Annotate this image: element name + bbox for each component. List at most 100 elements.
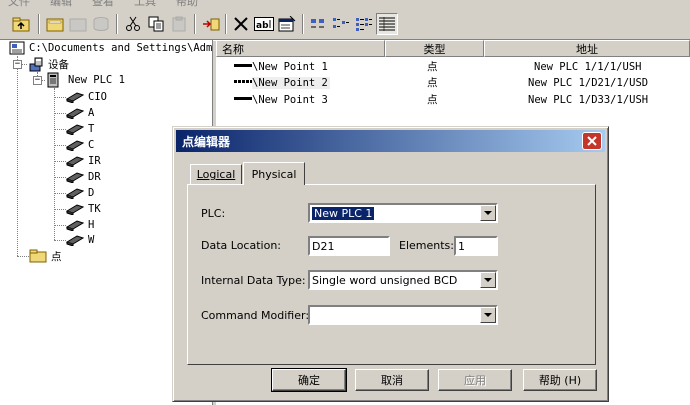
tab-logical[interactable]: Logical (190, 164, 242, 184)
menu-file[interactable]: 文件 (8, 0, 30, 8)
tree-node-area[interactable]: TK (66, 201, 101, 217)
tree-node-area[interactable]: CIO (66, 89, 107, 105)
memory-area-icon (66, 235, 84, 246)
elements-label: Elements: (399, 239, 454, 252)
list-row[interactable]: \New Point 3 点 New PLC 1/D33/1/USH (216, 91, 690, 108)
menu-edit[interactable]: 编辑 (50, 0, 72, 8)
menu-tools[interactable]: 工具 (134, 0, 156, 8)
point-editor-dialog: 点编辑器 Logical Physical PLC: New PLC 1 Dat… (172, 126, 609, 402)
tree-label-area: DR (88, 171, 101, 183)
chevron-down-icon (484, 312, 492, 317)
folder-icon (29, 249, 47, 263)
data-location-label: Data Location: (201, 239, 281, 252)
collapse-toggle[interactable]: − (33, 76, 42, 85)
tree-label-area: D (88, 187, 95, 199)
memory-area-icon (66, 108, 84, 119)
point-icon (234, 97, 252, 100)
tree-label-devices: 设备 (48, 58, 69, 71)
rename-icon[interactable]: ab (253, 13, 275, 35)
folder-icon[interactable] (67, 13, 89, 35)
properties-icon[interactable] (276, 13, 298, 35)
devices-icon (29, 57, 43, 72)
point-icon (234, 80, 252, 83)
apply-button[interactable]: 应用 (438, 369, 512, 391)
physical-tab-panel: PLC: New PLC 1 Data Location: D21 Elemen… (187, 184, 596, 365)
tree-node-area[interactable]: T (66, 121, 94, 137)
menu-bar: 文件 编辑 查看 工具 帮助 (0, 0, 690, 8)
data-location-input[interactable]: D21 (308, 236, 390, 256)
list-view-icon[interactable] (353, 13, 375, 35)
svg-text:ab: ab (256, 21, 269, 31)
plc-dropdown-button[interactable] (480, 205, 496, 221)
tree-label-area: H (88, 219, 95, 231)
internal-data-type-select[interactable]: Single word unsigned BCD (308, 270, 498, 290)
memory-area-icon (66, 156, 84, 167)
list-row[interactable]: \New Point 1 点 New PLC 1/1/1/USH (216, 58, 690, 75)
up-folder-icon[interactable] (10, 13, 32, 35)
memory-area-icon (66, 140, 84, 151)
menu-view[interactable]: 查看 (92, 0, 114, 8)
tree-root-node[interactable]: C:\Documents and Settings\Admi (9, 40, 213, 56)
memory-area-icon (66, 92, 84, 103)
cancel-button[interactable]: 取消 (355, 369, 429, 391)
point-icon (234, 64, 252, 67)
tree-node-area[interactable]: W (66, 232, 94, 248)
tree-node-area[interactable]: C (66, 137, 94, 153)
tab-physical[interactable]: Physical (243, 162, 305, 185)
chevron-down-icon (484, 210, 492, 215)
tree-label-plc: New PLC 1 (68, 74, 125, 86)
tree-node-devices[interactable]: 设备 (28, 56, 69, 72)
small-icons-icon[interactable] (330, 13, 352, 35)
paste-icon[interactable] (168, 13, 190, 35)
close-button[interactable] (582, 132, 602, 150)
command-modifier-select[interactable] (308, 305, 498, 325)
details-view-icon[interactable] (376, 13, 398, 35)
tree-node-area[interactable]: DR (66, 169, 101, 185)
plc-label: PLC: (201, 207, 226, 220)
collapse-toggle[interactable]: − (13, 60, 22, 69)
close-icon (587, 136, 597, 146)
database-icon[interactable] (90, 13, 112, 35)
copy-icon[interactable] (145, 13, 167, 35)
column-header-address[interactable]: 地址 (484, 40, 690, 57)
tree-root-label: C:\Documents and Settings\Admi (29, 42, 213, 54)
new-folder-icon[interactable] (44, 13, 66, 35)
memory-area-icon (66, 204, 84, 215)
internal-data-type-dropdown-button[interactable] (480, 272, 496, 288)
tree-node-area[interactable]: H (66, 217, 94, 233)
tree-label-points: 点 (51, 250, 62, 263)
ok-button[interactable]: 确定 (271, 368, 347, 392)
menu-help[interactable]: 帮助 (176, 0, 198, 8)
dialog-titlebar[interactable]: 点编辑器 (176, 130, 605, 152)
column-header-name[interactable]: 名称 (216, 40, 385, 57)
tree-node-area[interactable]: IR (66, 153, 101, 169)
list-row[interactable]: \New Point 2 点 New PLC 1/D21/1/USD (216, 74, 690, 91)
command-modifier-dropdown-button[interactable] (480, 307, 496, 323)
delete-icon[interactable] (230, 13, 252, 35)
help-button[interactable]: 帮助 (H) (523, 369, 597, 391)
plc-select[interactable]: New PLC 1 (308, 203, 498, 223)
tree-label-area: C (88, 139, 95, 151)
import-icon[interactable] (200, 13, 222, 35)
tree-label-area: IR (88, 155, 101, 167)
tree-label-area: T (88, 123, 95, 135)
memory-area-icon (66, 220, 84, 231)
cut-icon[interactable] (122, 13, 144, 35)
large-icons-icon[interactable] (307, 13, 329, 35)
plc-icon (47, 72, 59, 88)
command-modifier-label: Command Modifier: (201, 309, 310, 322)
chevron-down-icon (484, 277, 492, 282)
tree-node-area[interactable]: A (66, 105, 94, 121)
project-file-icon (9, 41, 25, 55)
memory-area-icon (66, 188, 84, 199)
memory-area-icon (66, 124, 84, 135)
tree-node-area[interactable]: D (66, 185, 94, 201)
tree-node-points[interactable]: 点 (29, 248, 62, 264)
tree-node-plc[interactable]: New PLC 1 (46, 72, 125, 88)
elements-input[interactable]: 1 (454, 236, 498, 256)
tree-label-area: TK (88, 203, 101, 215)
dialog-title: 点编辑器 (182, 134, 231, 149)
column-header-type[interactable]: 类型 (385, 40, 484, 57)
tree-label-area: A (88, 107, 95, 119)
toolbar: ab (0, 8, 690, 41)
